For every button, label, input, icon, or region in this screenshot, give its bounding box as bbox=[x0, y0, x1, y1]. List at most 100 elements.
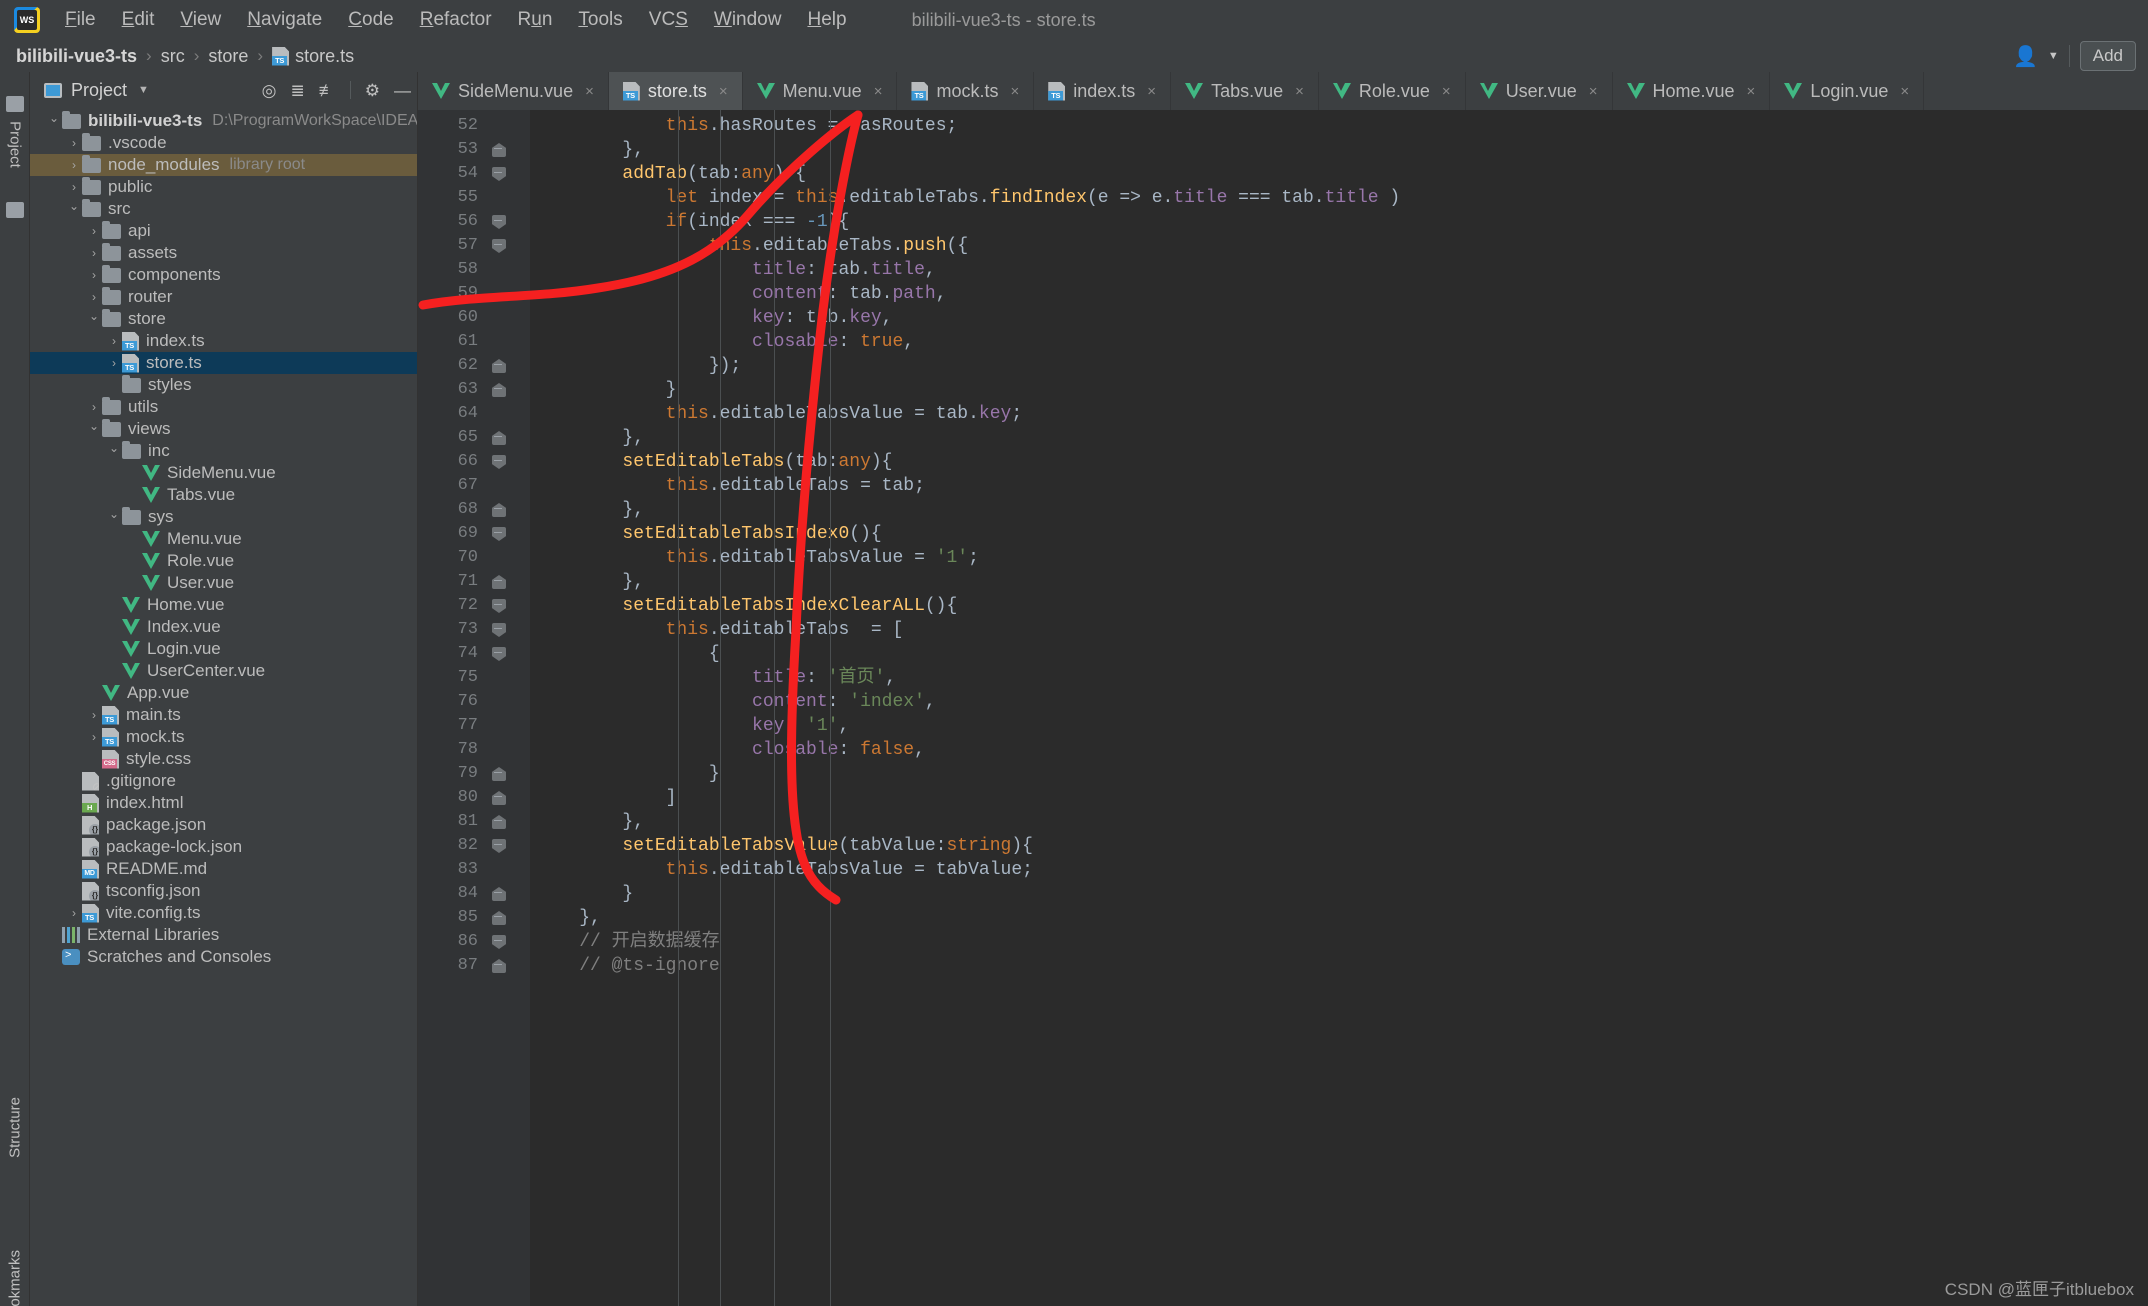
code-fold-icon[interactable] bbox=[492, 575, 506, 589]
close-icon[interactable]: × bbox=[1147, 83, 1156, 100]
tree-node-package-json[interactable]: package.json bbox=[30, 814, 417, 836]
code-fold-icon[interactable] bbox=[492, 167, 506, 181]
editor-tab-role-vue[interactable]: Role.vue× bbox=[1319, 72, 1466, 110]
tree-node-home-vue[interactable]: Home.vue bbox=[30, 594, 417, 616]
close-icon[interactable]: × bbox=[585, 83, 594, 100]
code-fold-icon[interactable] bbox=[492, 887, 506, 901]
locate-icon[interactable]: ◎ bbox=[262, 82, 277, 99]
project-tool-icon[interactable] bbox=[6, 96, 24, 112]
code-fold-icon[interactable] bbox=[492, 599, 506, 613]
menu-item-view[interactable]: View bbox=[167, 5, 234, 35]
code-content[interactable]: this.hasRoutes = hasRoutes; }, addTab(ta… bbox=[530, 110, 2148, 1306]
close-icon[interactable]: × bbox=[1295, 83, 1304, 100]
tree-node-login-vue[interactable]: Login.vue bbox=[30, 638, 417, 660]
breadcrumb-item-bilibili-vue3-ts[interactable]: bilibili-vue3-ts bbox=[16, 46, 137, 67]
menu-item-tools[interactable]: Tools bbox=[565, 5, 635, 35]
tree-node-inc[interactable]: inc bbox=[30, 440, 417, 462]
close-icon[interactable]: × bbox=[719, 83, 728, 100]
tree-node-tsconfig-json[interactable]: tsconfig.json bbox=[30, 880, 417, 902]
tree-node-mock-ts[interactable]: mock.ts bbox=[30, 726, 417, 748]
chevron-closed-icon[interactable] bbox=[86, 268, 102, 282]
tree-node-assets[interactable]: assets bbox=[30, 242, 417, 264]
chevron-open-icon[interactable] bbox=[86, 422, 102, 436]
editor-tab-menu-vue[interactable]: Menu.vue× bbox=[743, 72, 898, 110]
code-fold-icon[interactable] bbox=[492, 359, 506, 373]
breadcrumb-item-src[interactable]: src bbox=[161, 46, 185, 67]
chevron-closed-icon[interactable] bbox=[86, 730, 102, 744]
code-fold-icon[interactable] bbox=[492, 503, 506, 517]
project-tree[interactable]: bilibili-vue3-tsD:\ProgramWorkSpace\IDEA… bbox=[30, 108, 417, 1306]
tree-node-user-vue[interactable]: User.vue bbox=[30, 572, 417, 594]
code-fold-icon[interactable] bbox=[492, 455, 506, 469]
code-fold-icon[interactable] bbox=[492, 143, 506, 157]
tree-node-scratches-and-consoles[interactable]: Scratches and Consoles bbox=[30, 946, 417, 968]
collapse-all-icon[interactable]: ≢ bbox=[319, 82, 336, 99]
tree-node-public[interactable]: public bbox=[30, 176, 417, 198]
chevron-closed-icon[interactable] bbox=[86, 290, 102, 304]
left-strip-bookmarks-label[interactable]: Bookmarks bbox=[6, 1250, 23, 1306]
tree-node-sys[interactable]: sys bbox=[30, 506, 417, 528]
chevron-open-icon[interactable] bbox=[66, 202, 82, 216]
tree-node-readme-md[interactable]: README.md bbox=[30, 858, 417, 880]
code-fold-icon[interactable] bbox=[492, 815, 506, 829]
close-icon[interactable]: × bbox=[1442, 83, 1451, 100]
code-fold-icon[interactable] bbox=[492, 767, 506, 781]
tree-node-views[interactable]: views bbox=[30, 418, 417, 440]
code-fold-icon[interactable] bbox=[492, 911, 506, 925]
editor-tab-login-vue[interactable]: Login.vue× bbox=[1770, 72, 1924, 110]
menu-item-window[interactable]: Window bbox=[701, 5, 795, 35]
menu-item-edit[interactable]: Edit bbox=[109, 5, 168, 35]
tree-node-app-vue[interactable]: App.vue bbox=[30, 682, 417, 704]
chevron-open-icon[interactable] bbox=[86, 312, 102, 326]
editor-tab-sidemenu-vue[interactable]: SideMenu.vue× bbox=[418, 72, 609, 110]
chevron-closed-icon[interactable] bbox=[66, 158, 82, 172]
menu-item-navigate[interactable]: Navigate bbox=[234, 5, 335, 35]
tree-node-usercenter-vue[interactable]: UserCenter.vue bbox=[30, 660, 417, 682]
tree-node-router[interactable]: router bbox=[30, 286, 417, 308]
menu-item-file[interactable]: File bbox=[52, 5, 109, 35]
tree-node-index-html[interactable]: index.html bbox=[30, 792, 417, 814]
editor-tab-home-vue[interactable]: Home.vue× bbox=[1613, 72, 1771, 110]
chevron-closed-icon[interactable] bbox=[106, 334, 122, 348]
chevron-closed-icon[interactable] bbox=[86, 708, 102, 722]
menu-item-help[interactable]: Help bbox=[794, 5, 859, 35]
tree-node-style-css[interactable]: style.css bbox=[30, 748, 417, 770]
tree-node-menu-vue[interactable]: Menu.vue bbox=[30, 528, 417, 550]
tree-node-role-vue[interactable]: Role.vue bbox=[30, 550, 417, 572]
close-icon[interactable]: × bbox=[1900, 83, 1909, 100]
tree-node-store[interactable]: store bbox=[30, 308, 417, 330]
chevron-closed-icon[interactable] bbox=[86, 400, 102, 414]
code-fold-icon[interactable] bbox=[492, 959, 506, 973]
chevron-closed-icon[interactable] bbox=[86, 224, 102, 238]
editor-tab-index-ts[interactable]: index.ts× bbox=[1034, 72, 1171, 110]
code-fold-icon[interactable] bbox=[492, 791, 506, 805]
menu-item-run[interactable]: Run bbox=[505, 5, 566, 35]
settings-gear-icon[interactable]: ⚙ bbox=[365, 82, 380, 99]
tree-node-main-ts[interactable]: main.ts bbox=[30, 704, 417, 726]
tree-node-api[interactable]: api bbox=[30, 220, 417, 242]
editor-tab-user-vue[interactable]: User.vue× bbox=[1466, 72, 1613, 110]
code-fold-icon[interactable] bbox=[492, 383, 506, 397]
editor-tab-tabs-vue[interactable]: Tabs.vue× bbox=[1171, 72, 1319, 110]
menu-item-code[interactable]: Code bbox=[335, 5, 406, 35]
code-fold-icon[interactable] bbox=[492, 239, 506, 253]
close-icon[interactable]: × bbox=[874, 83, 883, 100]
close-icon[interactable]: × bbox=[1010, 83, 1019, 100]
tree-node-components[interactable]: components bbox=[30, 264, 417, 286]
tree-node-utils[interactable]: utils bbox=[30, 396, 417, 418]
editor-tab-bar[interactable]: SideMenu.vue×store.ts×Menu.vue×mock.ts×i… bbox=[418, 72, 2148, 110]
tree-node-tabs-vue[interactable]: Tabs.vue bbox=[30, 484, 417, 506]
tree-node-external-libraries[interactable]: External Libraries bbox=[30, 924, 417, 946]
tree-node--gitignore[interactable]: .gitignore bbox=[30, 770, 417, 792]
code-fold-icon[interactable] bbox=[492, 839, 506, 853]
breadcrumb-item-store[interactable]: store bbox=[208, 46, 248, 67]
add-button[interactable]: Add bbox=[2080, 41, 2136, 71]
close-icon[interactable]: × bbox=[1747, 83, 1756, 100]
tree-node-bilibili-vue3-ts[interactable]: bilibili-vue3-tsD:\ProgramWorkSpace\IDEA… bbox=[30, 110, 417, 132]
chevron-open-icon[interactable] bbox=[106, 444, 122, 458]
tree-node-store-ts[interactable]: store.ts bbox=[30, 352, 417, 374]
left-strip-structure-label[interactable]: Structure bbox=[6, 1097, 23, 1158]
chevron-closed-icon[interactable] bbox=[66, 906, 82, 920]
chevron-down-icon[interactable]: ▼ bbox=[2048, 50, 2059, 62]
tree-node-sidemenu-vue[interactable]: SideMenu.vue bbox=[30, 462, 417, 484]
